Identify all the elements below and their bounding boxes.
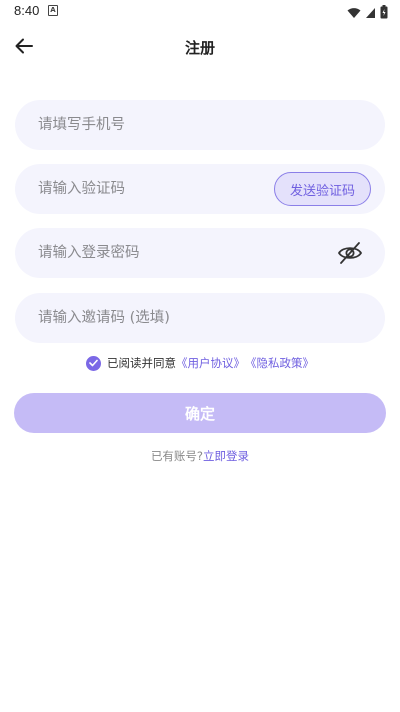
signal-icon [365,4,376,23]
code-field-container: 发送验证码 [15,164,385,214]
page-title: 注册 [184,39,215,57]
agreement-text: 已阅读并同意 [107,356,176,370]
confirm-button[interactable]: 确定 [14,393,386,433]
send-code-button[interactable]: 发送验证码 [274,172,371,206]
password-field-container [15,228,385,278]
user-agreement-link[interactable]: 《用户协议》 [176,355,245,371]
battery-icon [380,4,388,23]
invite-field-container [15,293,385,343]
status-bar: 8:40 A [0,0,400,24]
login-row: 已有账号?立即登录 [0,448,400,464]
header: 注册 [0,26,400,70]
notification-icon: A [48,5,58,16]
phone-input[interactable] [15,100,385,150]
eye-off-icon[interactable] [337,240,363,266]
phone-field-container [15,100,385,150]
privacy-policy-link[interactable]: 《隐私政策》 [245,355,314,371]
login-prompt: 已有账号? [150,449,204,463]
invite-code-input[interactable] [15,293,385,343]
status-icons [347,4,388,23]
status-time: 8:40 [14,3,40,18]
check-icon [89,359,98,367]
wifi-icon [347,4,361,23]
login-link[interactable]: 立即登录 [203,449,249,463]
password-input[interactable] [15,228,385,278]
agreement-row: 已阅读并同意 《用户协议》 《隐私政策》 [0,355,400,371]
agreement-checkbox[interactable] [86,355,101,371]
